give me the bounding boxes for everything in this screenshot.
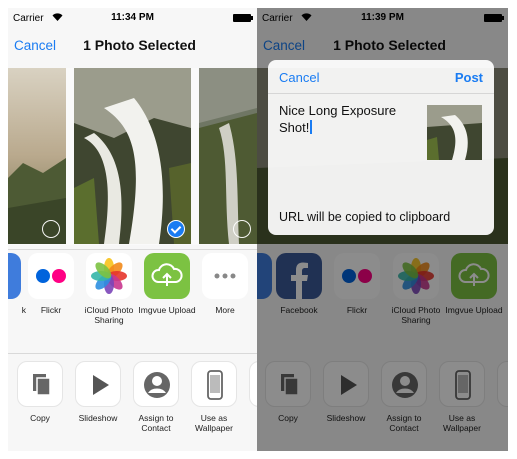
text-cursor (310, 120, 312, 134)
share-sheet-screen: Carrier 11:34 PM Cancel 1 Photo Selected (8, 8, 257, 451)
share-apps-row: k Flickr iCloud Photo Sharing Imgvue Upl… (8, 253, 257, 353)
messages-icon (8, 253, 21, 299)
share-app-label: Imgvue Upload (138, 305, 196, 315)
imgvue-upload-icon (144, 253, 190, 299)
selection-circle[interactable] (233, 220, 251, 238)
status-bar: Carrier 11:34 PM (8, 8, 257, 28)
action-label: Copy (30, 413, 50, 423)
selected-checkmark[interactable] (167, 220, 185, 238)
photo-thumbnail[interactable] (8, 68, 66, 244)
action-label: Use as Wallpaper (195, 413, 233, 433)
copy-icon (17, 361, 63, 407)
photo-strip[interactable] (8, 68, 257, 245)
battery-icon (233, 14, 253, 22)
flickr-icon (28, 253, 74, 299)
action-copy[interactable]: Copy (10, 361, 70, 423)
share-app-flickr[interactable]: Flickr (21, 253, 81, 315)
action-partial[interactable] (242, 361, 257, 407)
compose-screen: Carrier 11:39 PM Cancel 1 Photo Selected… (257, 8, 508, 451)
share-app-label: More (215, 305, 235, 315)
action-assign-contact[interactable]: Assign to Contact (126, 361, 186, 433)
post-button[interactable]: Post (455, 70, 483, 85)
share-app-label: iCloud Photo Sharing (84, 305, 134, 325)
contact-icon (133, 361, 179, 407)
share-app-more[interactable]: More (195, 253, 255, 315)
divider (8, 249, 257, 250)
compose-text-field[interactable]: Nice Long Exposure Shot! (279, 102, 419, 136)
action-icon (249, 361, 257, 407)
nav-bar: Cancel 1 Photo Selected (8, 28, 257, 68)
divider (8, 353, 257, 354)
play-icon (75, 361, 121, 407)
action-label: Assign to Contact (138, 413, 174, 433)
phone-icon (191, 361, 237, 407)
page-title: 1 Photo Selected (83, 37, 196, 53)
compose-header: Cancel Post (268, 60, 494, 94)
selection-circle[interactable] (42, 220, 60, 238)
action-label: Slideshow (78, 413, 118, 423)
share-app-imgvue[interactable]: Imgvue Upload (137, 253, 197, 315)
share-app-icloud[interactable]: iCloud Photo Sharing (79, 253, 139, 325)
clipboard-note: URL will be copied to clipboard (279, 210, 451, 224)
icloud-photo-sharing-icon (86, 253, 132, 299)
action-use-wallpaper[interactable]: Use as Wallpaper (184, 361, 244, 433)
status-time: 11:34 PM (111, 12, 154, 23)
share-app-label: Flickr (40, 305, 62, 315)
photo-thumbnail[interactable] (199, 68, 257, 244)
compose-cancel-button[interactable]: Cancel (279, 70, 319, 85)
action-slideshow[interactable]: Slideshow (68, 361, 128, 423)
compose-sheet: Cancel Post Nice Long Exposure Shot! URL… (268, 60, 494, 235)
more-icon (202, 253, 248, 299)
photo-thumbnail-selected[interactable] (74, 68, 191, 244)
actions-row: Copy Slideshow Assign to Contact Use as … (8, 361, 257, 451)
compose-text: Nice Long Exposure Shot! (279, 103, 397, 135)
attached-photo-thumbnail (427, 105, 482, 160)
